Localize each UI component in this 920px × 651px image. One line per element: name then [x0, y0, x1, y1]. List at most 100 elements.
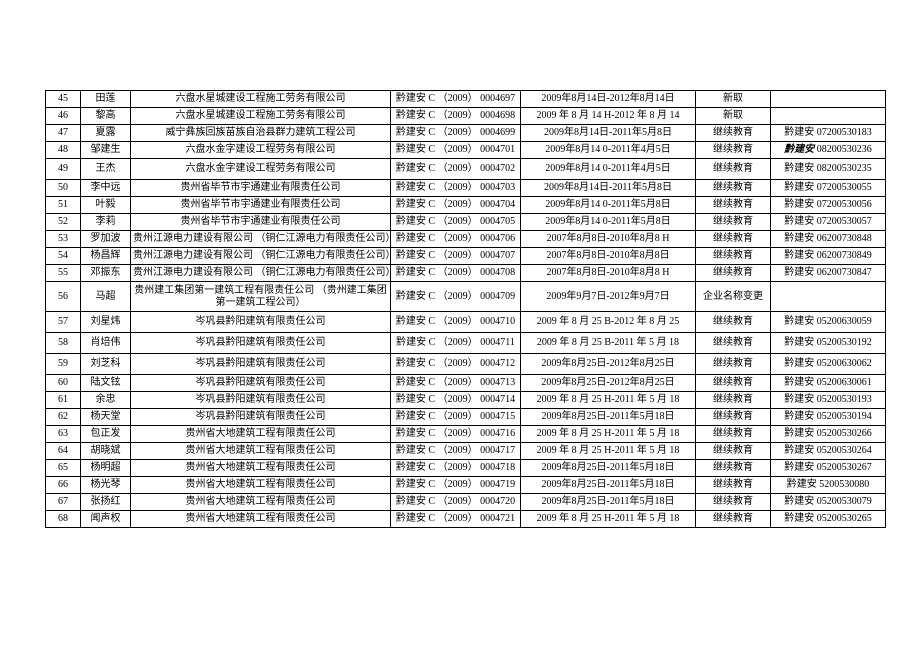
cell-status: 继续教育	[696, 511, 771, 528]
cell-company: 贵州省大地建筑工程有限责任公司	[131, 460, 391, 477]
cell-company: 岑巩县黔阳建筑有限责任公司	[131, 354, 391, 375]
cell-period: 2009年8月14 0-2011年4月5日	[521, 142, 696, 159]
cell-ref: 黔建安 06200730848	[771, 231, 886, 248]
cell-period: 2009年8月14 0-2011年4月5日	[521, 159, 696, 180]
cell-period: 2009 年 8 月 25 H-2011 年 5 月 18	[521, 511, 696, 528]
cell-name: 包正发	[81, 426, 131, 443]
cell-status: 新取	[696, 91, 771, 108]
cell-cert: 黔建安 C （2009） 0004705	[391, 214, 521, 231]
cell-no: 60	[46, 375, 81, 392]
cell-company: 贵州江源电力建设有限公司 （铜仁江源电力有限责任公司）	[131, 248, 391, 265]
cell-cert: 黔建安 C （2009） 0004702	[391, 159, 521, 180]
table-row: 59刘芝科岑巩县黔阳建筑有限责任公司黔建安 C （2009） 000471220…	[46, 354, 886, 375]
cell-period: 2007年8月8日-2010年8月8 H	[521, 231, 696, 248]
cell-no: 68	[46, 511, 81, 528]
cell-company: 贵州省大地建筑工程有限责任公司	[131, 443, 391, 460]
cell-ref: 黔建安 07200530183	[771, 125, 886, 142]
cell-status: 继续教育	[696, 375, 771, 392]
table-row: 50李中远贵州省毕节市宇通建业有限责任公司黔建安 C （2009） 000470…	[46, 180, 886, 197]
cell-no: 63	[46, 426, 81, 443]
cell-status: 继续教育	[696, 125, 771, 142]
cell-cert: 黔建安 C （2009） 0004709	[391, 282, 521, 312]
cell-no: 45	[46, 91, 81, 108]
cell-ref: 黔建安 05200630062	[771, 354, 886, 375]
cell-company: 岑巩县黔阳建筑有限责任公司	[131, 392, 391, 409]
table-row: 63包正发贵州省大地建筑工程有限责任公司黔建安 C （2009） 0004716…	[46, 426, 886, 443]
cell-status: 继续教育	[696, 180, 771, 197]
table-row: 58肖培伟岑巩县黔阳建筑有限责任公司黔建安 C （2009） 000471120…	[46, 333, 886, 354]
cell-name: 余忠	[81, 392, 131, 409]
cell-status: 继续教育	[696, 142, 771, 159]
cell-status: 继续教育	[696, 159, 771, 180]
cell-period: 2009年8月25日-2011年5月18日	[521, 477, 696, 494]
cell-company: 贵州省大地建筑工程有限责任公司	[131, 477, 391, 494]
cell-period: 2009年8月25日-2011年5月18日	[521, 494, 696, 511]
cell-period: 2009年8月14 0-2011年5月8日	[521, 197, 696, 214]
table-row: 46黎高六盘水星城建设工程施工劳务有限公司黔建安 C （2009） 000469…	[46, 108, 886, 125]
cell-no: 49	[46, 159, 81, 180]
table-row: 57刘星炜岑巩县黔阳建筑有限责任公司黔建安 C （2009） 000471020…	[46, 312, 886, 333]
cell-name: 王杰	[81, 159, 131, 180]
cell-period: 2009年8月25日-2011年5月18日	[521, 409, 696, 426]
cell-cert: 黔建安 C （2009） 0004717	[391, 443, 521, 460]
cell-cert: 黔建安 C （2009） 0004710	[391, 312, 521, 333]
cell-name: 李莉	[81, 214, 131, 231]
cell-no: 61	[46, 392, 81, 409]
cell-ref: 黔建安 05200530079	[771, 494, 886, 511]
table-row: 56马超贵州建工集团第一建筑工程有限责任公司 （贵州建工集团第一建筑工程公司）黔…	[46, 282, 886, 312]
table-row: 66杨光琴贵州省大地建筑工程有限责任公司黔建安 C （2009） 0004719…	[46, 477, 886, 494]
cell-company: 岑巩县黔阳建筑有限责任公司	[131, 333, 391, 354]
table-row: 61余忠岑巩县黔阳建筑有限责任公司黔建安 C （2009） 0004714200…	[46, 392, 886, 409]
table-row: 45田莲六盘水星城建设工程施工劳务有限公司黔建安 C （2009） 000469…	[46, 91, 886, 108]
cell-status: 继续教育	[696, 426, 771, 443]
cell-no: 46	[46, 108, 81, 125]
cell-company: 威宁彝族回族苗族自治县群力建筑工程公司	[131, 125, 391, 142]
cell-cert: 黔建安 C （2009） 0004720	[391, 494, 521, 511]
cell-name: 李中远	[81, 180, 131, 197]
cell-name: 陆文铉	[81, 375, 131, 392]
cell-no: 67	[46, 494, 81, 511]
cell-status: 继续教育	[696, 443, 771, 460]
cell-ref	[771, 91, 886, 108]
cell-status: 继续教育	[696, 477, 771, 494]
table-row: 53罗加波贵州江源电力建设有限公司 （铜仁江源电力有限责任公司）黔建安 C （2…	[46, 231, 886, 248]
table-row: 64胡晓斌贵州省大地建筑工程有限责任公司黔建安 C （2009） 0004717…	[46, 443, 886, 460]
cell-company: 贵州省毕节市宇通建业有限责任公司	[131, 180, 391, 197]
cell-no: 52	[46, 214, 81, 231]
cell-name: 刘星炜	[81, 312, 131, 333]
cell-name: 马超	[81, 282, 131, 312]
cell-period: 2007年8月8日-2010年8月8日	[521, 248, 696, 265]
cell-cert: 黔建安 C （2009） 0004707	[391, 248, 521, 265]
cell-cert: 黔建安 C （2009） 0004708	[391, 265, 521, 282]
cell-no: 64	[46, 443, 81, 460]
cell-status: 继续教育	[696, 409, 771, 426]
cell-name: 田莲	[81, 91, 131, 108]
table-row: 54杨昌辉贵州江源电力建设有限公司 （铜仁江源电力有限责任公司）黔建安 C （2…	[46, 248, 886, 265]
cell-company: 岑巩县黔阳建筑有限责任公司	[131, 312, 391, 333]
cell-cert: 黔建安 C （2009） 0004721	[391, 511, 521, 528]
cell-cert: 黔建安 C （2009） 0004716	[391, 426, 521, 443]
cell-name: 夏露	[81, 125, 131, 142]
cell-ref: 黔建安 05200630059	[771, 312, 886, 333]
cell-status: 继续教育	[696, 265, 771, 282]
cell-status: 继续教育	[696, 214, 771, 231]
cell-no: 47	[46, 125, 81, 142]
cell-name: 杨明超	[81, 460, 131, 477]
table-row: 51叶毅贵州省毕节市宇通建业有限责任公司黔建安 C （2009） 0004704…	[46, 197, 886, 214]
cell-status: 继续教育	[696, 333, 771, 354]
cell-no: 57	[46, 312, 81, 333]
table-row: 55邓振东贵州江源电力建设有限公司 （铜仁江源电力有限责任公司）黔建安 C （2…	[46, 265, 886, 282]
cell-ref: 黔建安 07200530055	[771, 180, 886, 197]
cell-cert: 黔建安 C （2009） 0004697	[391, 91, 521, 108]
cell-name: 张扬红	[81, 494, 131, 511]
table-row: 47夏露威宁彝族回族苗族自治县群力建筑工程公司黔建安 C （2009） 0004…	[46, 125, 886, 142]
cell-period: 2009 年 8 月 25 H-2011 年 5 月 18	[521, 426, 696, 443]
cell-name: 胡晓斌	[81, 443, 131, 460]
table-body: 45田莲六盘水星城建设工程施工劳务有限公司黔建安 C （2009） 000469…	[46, 91, 886, 528]
cell-ref: 黔建安 05200530194	[771, 409, 886, 426]
cell-cert: 黔建安 C （2009） 0004713	[391, 375, 521, 392]
cell-no: 66	[46, 477, 81, 494]
cell-name: 罗加波	[81, 231, 131, 248]
cell-ref: 黔建安 5200530080	[771, 477, 886, 494]
cell-period: 2009 年 8 月 25 H-2011 年 5 月 18	[521, 443, 696, 460]
